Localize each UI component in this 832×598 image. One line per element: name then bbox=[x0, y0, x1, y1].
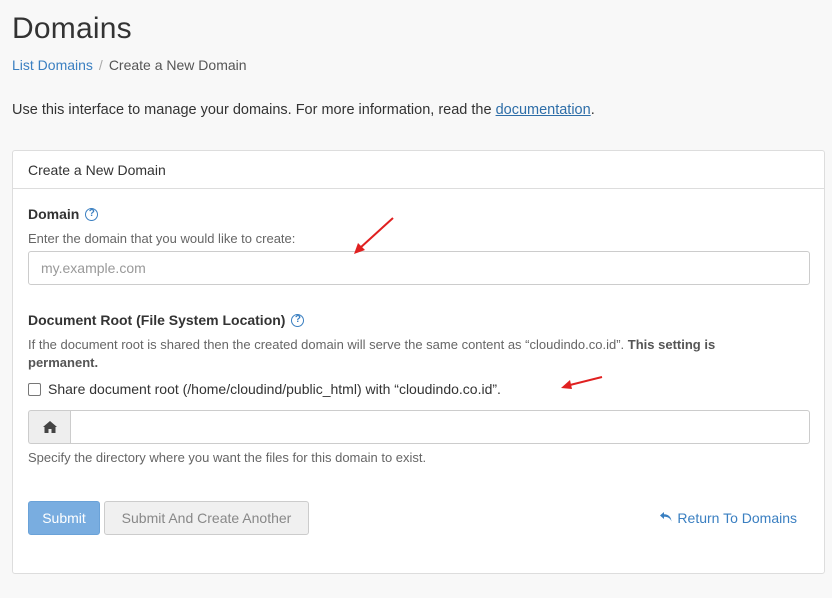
domain-label-text: Domain bbox=[28, 206, 80, 222]
document-root-input-group bbox=[28, 410, 810, 444]
domain-hint: Enter the domain that you would like to … bbox=[28, 231, 296, 246]
document-root-hint: If the document root is shared then the … bbox=[28, 336, 768, 372]
submit-and-create-another-button[interactable]: Submit And Create Another bbox=[104, 501, 309, 535]
undo-arrow-icon bbox=[659, 510, 673, 526]
home-icon bbox=[28, 410, 70, 444]
breadcrumb-list-domains-link[interactable]: List Domains bbox=[12, 57, 93, 73]
document-root-label-text: Document Root (File System Location) bbox=[28, 312, 286, 328]
breadcrumb: List Domains / Create a New Domain bbox=[12, 57, 247, 73]
return-to-domains-label[interactable]: Return To Domains bbox=[677, 510, 797, 526]
return-to-domains-link[interactable]: Return To Domains bbox=[659, 510, 797, 526]
panel-heading: Create a New Domain bbox=[13, 151, 824, 189]
document-root-hint-text: If the document root is shared then the … bbox=[28, 337, 628, 352]
intro-text-suffix: . bbox=[590, 102, 595, 118]
share-document-root-row[interactable]: Share document root (/home/cloudind/publ… bbox=[28, 381, 501, 397]
intro-text: Use this interface to manage your domain… bbox=[12, 102, 595, 118]
document-root-path-hint: Specify the directory where you want the… bbox=[28, 450, 427, 465]
breadcrumb-current: Create a New Domain bbox=[108, 57, 247, 73]
domain-input[interactable] bbox=[28, 251, 810, 285]
share-document-root-label[interactable]: Share document root (/home/cloudind/publ… bbox=[48, 381, 501, 397]
intro-text-body: Use this interface to manage your domain… bbox=[12, 102, 496, 118]
create-domain-panel: Create a New Domain Domain ? Enter the d… bbox=[12, 150, 825, 574]
page-title: Domains bbox=[12, 12, 132, 45]
document-root-label: Document Root (File System Location) ? bbox=[28, 312, 305, 328]
domain-label: Domain ? bbox=[28, 206, 99, 222]
breadcrumb-separator: / bbox=[98, 57, 103, 73]
submit-button[interactable]: Submit bbox=[28, 501, 100, 535]
question-circle-icon[interactable]: ? bbox=[85, 207, 99, 221]
question-circle-icon[interactable]: ? bbox=[291, 313, 305, 327]
annotation-arrow-icon bbox=[354, 217, 394, 254]
annotation-arrow-icon bbox=[561, 376, 603, 389]
share-document-root-checkbox[interactable] bbox=[28, 382, 41, 396]
document-root-input[interactable] bbox=[70, 410, 810, 444]
documentation-link[interactable]: documentation bbox=[496, 102, 591, 118]
